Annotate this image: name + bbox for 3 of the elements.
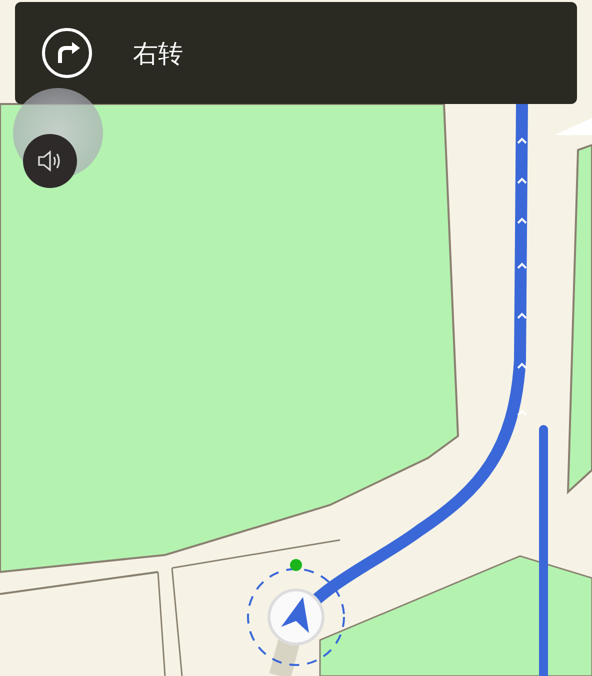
- instruction-text: 右转: [133, 38, 183, 70]
- speaker-icon: [37, 150, 63, 172]
- turn-right-icon: [41, 27, 93, 79]
